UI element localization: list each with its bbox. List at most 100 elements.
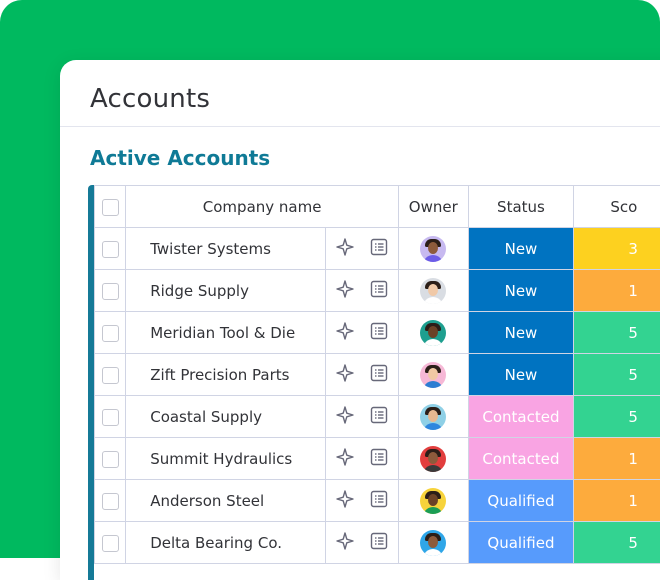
owner-avatar[interactable] — [420, 404, 446, 430]
row-actions-cell — [326, 312, 399, 354]
owner-cell[interactable] — [399, 438, 468, 480]
company-name-cell[interactable]: Meridian Tool & Die — [126, 312, 326, 354]
status-cell[interactable]: New — [468, 270, 574, 312]
row-checkbox[interactable] — [102, 493, 119, 510]
score-cell[interactable]: 1 — [574, 438, 660, 480]
table-row[interactable]: Zift Precision Parts New 5 — [95, 354, 660, 396]
score-cell[interactable]: 1 — [574, 270, 660, 312]
sparkle-icon[interactable] — [335, 531, 355, 555]
company-name: Anderson Steel — [150, 492, 264, 510]
sparkle-icon[interactable] — [335, 237, 355, 261]
row-checkbox[interactable] — [102, 367, 119, 384]
table-row[interactable]: Ridge Supply New 1 — [95, 270, 660, 312]
owner-avatar[interactable] — [420, 488, 446, 514]
owner-avatar[interactable] — [420, 446, 446, 472]
score-cell[interactable]: 1 — [574, 480, 660, 522]
item-card-icon[interactable] — [369, 447, 389, 471]
row-checkbox[interactable] — [102, 535, 119, 552]
owner-avatar[interactable] — [420, 362, 446, 388]
row-select-cell — [95, 438, 126, 480]
avatar-body — [423, 297, 443, 304]
sparkle-icon[interactable] — [335, 447, 355, 471]
sparkle-icon[interactable] — [335, 321, 355, 345]
row-checkbox[interactable] — [102, 451, 119, 468]
row-actions-cell — [326, 354, 399, 396]
row-select-cell — [95, 354, 126, 396]
select-all-checkbox[interactable] — [102, 199, 119, 216]
item-card-icon[interactable] — [369, 531, 389, 555]
row-checkbox[interactable] — [102, 283, 119, 300]
company-name-cell[interactable]: Zift Precision Parts — [126, 354, 326, 396]
table-header-row: Company name Owner Status Sco — [95, 186, 660, 228]
table-row[interactable]: Coastal Supply Contacted 5 — [95, 396, 660, 438]
company-name-cell[interactable]: Summit Hydraulics — [126, 438, 326, 480]
score-cell[interactable]: 5 — [574, 522, 660, 564]
item-card-icon[interactable] — [369, 237, 389, 261]
row-actions-cell — [326, 480, 399, 522]
company-name-cell[interactable]: Ridge Supply — [126, 270, 326, 312]
group-title[interactable]: Active Accounts — [90, 146, 270, 170]
table-row[interactable]: Delta Bearing Co. Qualified 5 — [95, 522, 660, 564]
owner-cell[interactable] — [399, 522, 468, 564]
avatar-face — [428, 452, 438, 464]
sparkle-icon[interactable] — [335, 489, 355, 513]
status-cell[interactable]: New — [468, 354, 574, 396]
item-card-icon[interactable] — [369, 279, 389, 303]
avatar-face — [428, 242, 438, 254]
sparkle-icon[interactable] — [335, 363, 355, 387]
owner-avatar[interactable] — [420, 278, 446, 304]
column-header-owner[interactable]: Owner — [399, 186, 468, 228]
owner-cell[interactable] — [399, 270, 468, 312]
owner-cell[interactable] — [399, 354, 468, 396]
owner-cell[interactable] — [399, 228, 468, 270]
owner-cell[interactable] — [399, 396, 468, 438]
item-card-icon[interactable] — [369, 321, 389, 345]
page-title: Accounts — [90, 84, 210, 114]
item-card-icon[interactable] — [369, 405, 389, 429]
table-row[interactable]: Anderson Steel Qualified 1 — [95, 480, 660, 522]
owner-avatar[interactable] — [420, 530, 446, 556]
row-checkbox[interactable] — [102, 325, 119, 342]
row-checkbox[interactable] — [102, 409, 119, 426]
status-cell[interactable]: Contacted — [468, 438, 574, 480]
table-row[interactable]: Twister Systems New 3 — [95, 228, 660, 270]
company-name: Meridian Tool & Die — [150, 324, 295, 342]
avatar-face — [428, 410, 438, 422]
status-cell[interactable]: Qualified — [468, 522, 574, 564]
owner-cell[interactable] — [399, 480, 468, 522]
row-select-cell — [95, 522, 126, 564]
table-row[interactable]: Meridian Tool & Die New 5 — [95, 312, 660, 354]
status-cell[interactable]: Contacted — [468, 396, 574, 438]
status-cell[interactable]: New — [468, 228, 574, 270]
score-cell[interactable]: 5 — [574, 312, 660, 354]
avatar-face — [428, 326, 438, 338]
item-card-icon[interactable] — [369, 363, 389, 387]
avatar-face — [428, 536, 438, 548]
owner-cell[interactable] — [399, 312, 468, 354]
accounts-panel: Accounts Active Accounts Company name Ow… — [60, 60, 660, 580]
avatar-body — [423, 423, 443, 430]
sparkle-icon[interactable] — [335, 279, 355, 303]
owner-avatar[interactable] — [420, 320, 446, 346]
company-name-cell[interactable]: Coastal Supply — [126, 396, 326, 438]
sparkle-icon[interactable] — [335, 405, 355, 429]
company-name-cell[interactable]: Delta Bearing Co. — [126, 522, 326, 564]
row-select-cell — [95, 312, 126, 354]
score-cell[interactable]: 5 — [574, 354, 660, 396]
row-checkbox[interactable] — [102, 241, 119, 258]
company-name: Delta Bearing Co. — [150, 534, 282, 552]
status-cell[interactable]: Qualified — [468, 480, 574, 522]
column-header-status[interactable]: Status — [468, 186, 574, 228]
column-header-company[interactable]: Company name — [126, 186, 399, 228]
score-cell[interactable]: 3 — [574, 228, 660, 270]
score-cell[interactable]: 5 — [574, 396, 660, 438]
company-name-cell[interactable]: Twister Systems — [126, 228, 326, 270]
table-row[interactable]: Summit Hydraulics Contacted 1 — [95, 438, 660, 480]
status-cell[interactable]: New — [468, 312, 574, 354]
column-header-score[interactable]: Sco — [574, 186, 660, 228]
owner-avatar[interactable] — [420, 236, 446, 262]
company-name-cell[interactable]: Anderson Steel — [126, 480, 326, 522]
company-name: Twister Systems — [150, 240, 271, 258]
item-card-icon[interactable] — [369, 489, 389, 513]
accounts-board: Company name Owner Status Sco Twister Sy… — [88, 185, 660, 580]
